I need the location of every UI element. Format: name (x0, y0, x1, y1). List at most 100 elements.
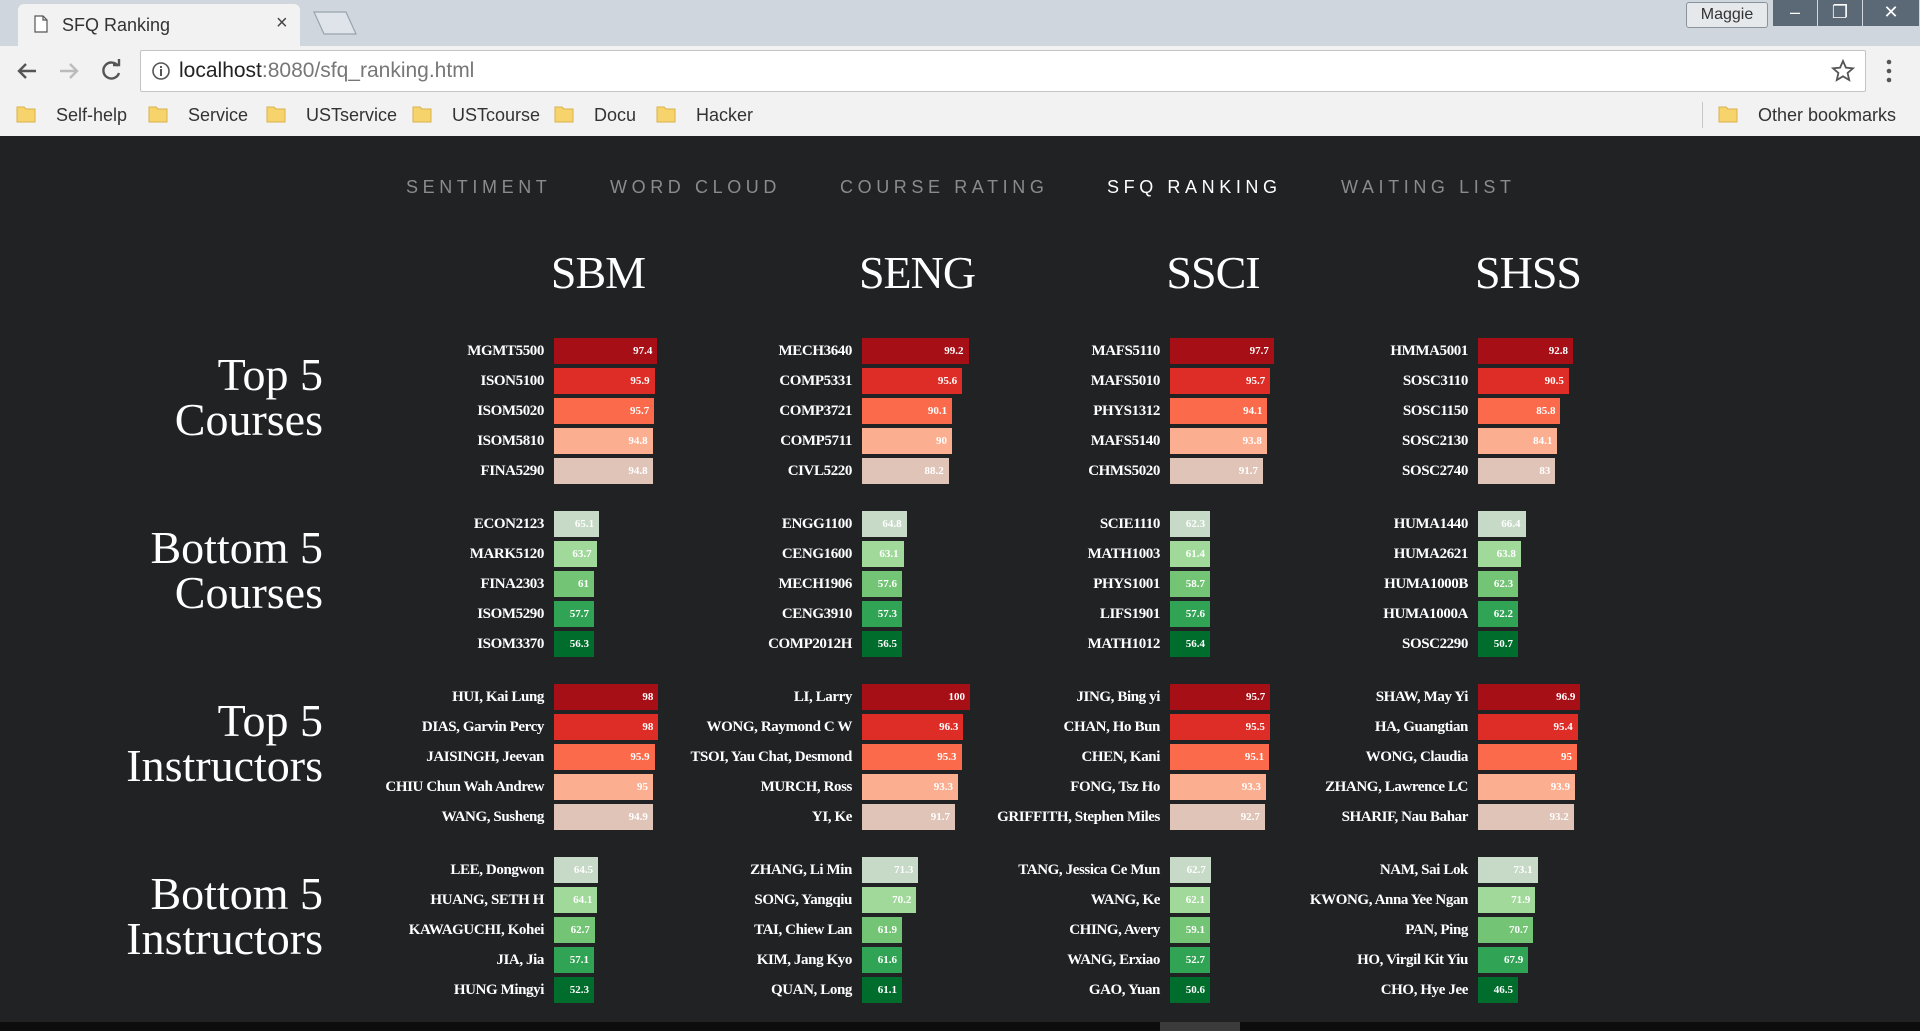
bar-value: 50.6 (1185, 984, 1205, 996)
ranking-bar[interactable]: 57.7 (554, 601, 594, 627)
bar-label: ISOM5810 (477, 433, 544, 449)
ranking-bar[interactable]: 62.3 (1478, 571, 1519, 597)
section-title-line1: Top 5 (217, 349, 323, 400)
bar-label: ISOM5020 (477, 403, 544, 419)
bar-label: SOSC1150 (1402, 403, 1469, 419)
taskbar-strip (0, 1022, 1920, 1031)
close-tab-icon[interactable]: × (276, 12, 288, 35)
ranking-bar[interactable]: 57.1 (554, 947, 594, 973)
bar-label: TANG, Jessica Ce Mun (1018, 862, 1160, 878)
bar-label: TAI, Chiew Lan (754, 922, 852, 938)
bar-label: ISON5100 (480, 373, 545, 389)
ranking-bar[interactable]: 64.5 (554, 857, 599, 883)
bar-label: SONG, Yangqiu (754, 892, 852, 908)
bar-value: 64.5 (573, 864, 594, 876)
ranking-bar[interactable]: 71.9 (1478, 887, 1536, 913)
address-bar[interactable]: localhost:8080/sfq_ranking.html (140, 50, 1866, 92)
ranking-bar[interactable]: 61.6 (862, 947, 902, 973)
ranking-bar[interactable]: 58.7 (1170, 571, 1210, 597)
ranking-bar[interactable]: 71.3 (862, 857, 919, 883)
bookmark-label: Hacker (696, 105, 754, 125)
bar-label: CHO, Hye Jee (1380, 982, 1469, 998)
ranking-bar[interactable]: 52.7 (1170, 947, 1210, 973)
tab-sfq-ranking[interactable]: SFQ Ranking × (18, 4, 300, 46)
ranking-bar[interactable]: 62.7 (554, 917, 595, 943)
ranking-bar[interactable]: 84.1 (1478, 428, 1558, 454)
info-icon[interactable] (151, 61, 171, 81)
ranking-bar[interactable]: 70.2 (862, 887, 917, 913)
ranking-bar[interactable]: 70.7 (1478, 917, 1534, 943)
profile-button[interactable]: Maggie (1686, 2, 1768, 28)
forward-arrow-icon[interactable] (54, 56, 84, 86)
bar-label: GAO, Yuan (1088, 982, 1161, 998)
ranking-bar[interactable]: 56.5 (862, 631, 902, 657)
ranking-bar[interactable]: 64.8 (862, 511, 907, 537)
ranking-bar[interactable]: 61.4 (1170, 541, 1210, 567)
bar-value: 71.9 (1511, 894, 1531, 906)
bar-label: TSOI, Yau Chat, Desmond (690, 749, 852, 765)
ranking-bar[interactable]: 52.3 (554, 977, 594, 1003)
ranking-bar[interactable]: 65.1 (554, 511, 600, 537)
reload-icon[interactable] (96, 56, 126, 86)
bar-value: 61.1 (877, 984, 897, 996)
ranking-bar[interactable]: 59.1 (1170, 917, 1210, 943)
ranking-bar[interactable]: 63.8 (1478, 541, 1521, 567)
nav-sfq-ranking[interactable]: SFQ RANKING (1107, 177, 1282, 198)
ranking-bar[interactable]: 46.5 (1478, 977, 1518, 1003)
nav-word-cloud[interactable]: WORD CLOUD (610, 177, 781, 198)
bar-label: NAM, Sai Lok (1379, 862, 1469, 878)
ranking-bar[interactable]: 57.3 (862, 601, 902, 627)
back-arrow-icon[interactable] (12, 56, 42, 86)
ranking-bar[interactable]: 50.6 (1170, 977, 1210, 1003)
bookmark-label: Self-help (56, 105, 128, 125)
ranking-bar[interactable]: 66.4 (1478, 511, 1526, 537)
bar-label: LEE, Dongwon (450, 862, 544, 878)
bar-label: HUMA1440 (1393, 516, 1469, 532)
kebab-menu-icon[interactable] (1884, 58, 1894, 84)
ranking-bar[interactable]: 50.7 (1478, 631, 1518, 657)
ranking-bar[interactable]: 57.6 (862, 571, 902, 597)
bar-value: 57.1 (569, 954, 589, 966)
bar-label: ZHANG, Lawrence LC (1325, 779, 1468, 795)
ranking-bar[interactable]: 73.1 (1478, 857, 1538, 883)
bar-value: 62.7 (570, 924, 590, 936)
ranking-bar[interactable]: 61 (554, 571, 594, 597)
ranking-bar[interactable]: 61.9 (862, 917, 902, 943)
ranking-bar[interactable]: 95.4 (1478, 714, 1578, 740)
ranking-bar[interactable]: 90.5 (1478, 368, 1569, 394)
bar-label: SOSC2290 (1402, 636, 1468, 652)
ranking-bar[interactable]: 62.7 (1170, 857, 1211, 883)
nav-sentiment[interactable]: SENTIMENT (406, 177, 551, 198)
ranking-bar[interactable]: 93.9 (1478, 774, 1576, 800)
bar-label: DIAS, Garvin Percy (421, 719, 545, 735)
nav-course-rating[interactable]: COURSE RATING (840, 177, 1048, 198)
ranking-bar[interactable]: 62.1 (1170, 887, 1210, 913)
ranking-bar[interactable]: 56.4 (1170, 631, 1210, 657)
ranking-bar[interactable]: 92.8 (1478, 338, 1574, 364)
restore-icon[interactable]: ❐ (1818, 0, 1862, 26)
bar-label: MECH1906 (778, 576, 853, 592)
close-window-icon[interactable]: ✕ (1863, 0, 1919, 26)
scrollbar-thumb[interactable] (1160, 1022, 1240, 1031)
ranking-bar[interactable]: 62.2 (1478, 601, 1518, 627)
bar-value: 63.8 (1496, 548, 1516, 560)
ranking-bar[interactable]: 56.3 (554, 631, 594, 657)
new-tab-button[interactable] (312, 10, 358, 36)
ranking-bar[interactable]: 64.1 (554, 887, 598, 913)
ranking-bar[interactable]: 85.8 (1478, 398, 1561, 424)
ranking-bar[interactable]: 57.6 (1170, 601, 1210, 627)
ranking-bar[interactable]: 62.3 (1170, 511, 1211, 537)
ranking-bar[interactable]: 95 (1478, 744, 1577, 770)
ranking-bar[interactable]: 83 (1478, 458, 1556, 484)
school-heading-ssci: SSCI (1166, 247, 1260, 298)
ranking-bar[interactable]: 63.1 (862, 541, 904, 567)
minimize-icon[interactable]: – (1773, 0, 1817, 26)
ranking-bar[interactable]: 63.7 (554, 541, 597, 567)
bookmark-star-icon[interactable] (1831, 59, 1855, 83)
ranking-bar[interactable]: 93.2 (1478, 804, 1574, 830)
nav-waiting-list[interactable]: WAITING LIST (1341, 177, 1516, 198)
ranking-bar[interactable]: 61.1 (862, 977, 902, 1003)
bar-value: 85.8 (1536, 405, 1556, 417)
ranking-bar[interactable]: 67.9 (1478, 947, 1529, 973)
ranking-bar[interactable]: 96.9 (1478, 684, 1581, 710)
